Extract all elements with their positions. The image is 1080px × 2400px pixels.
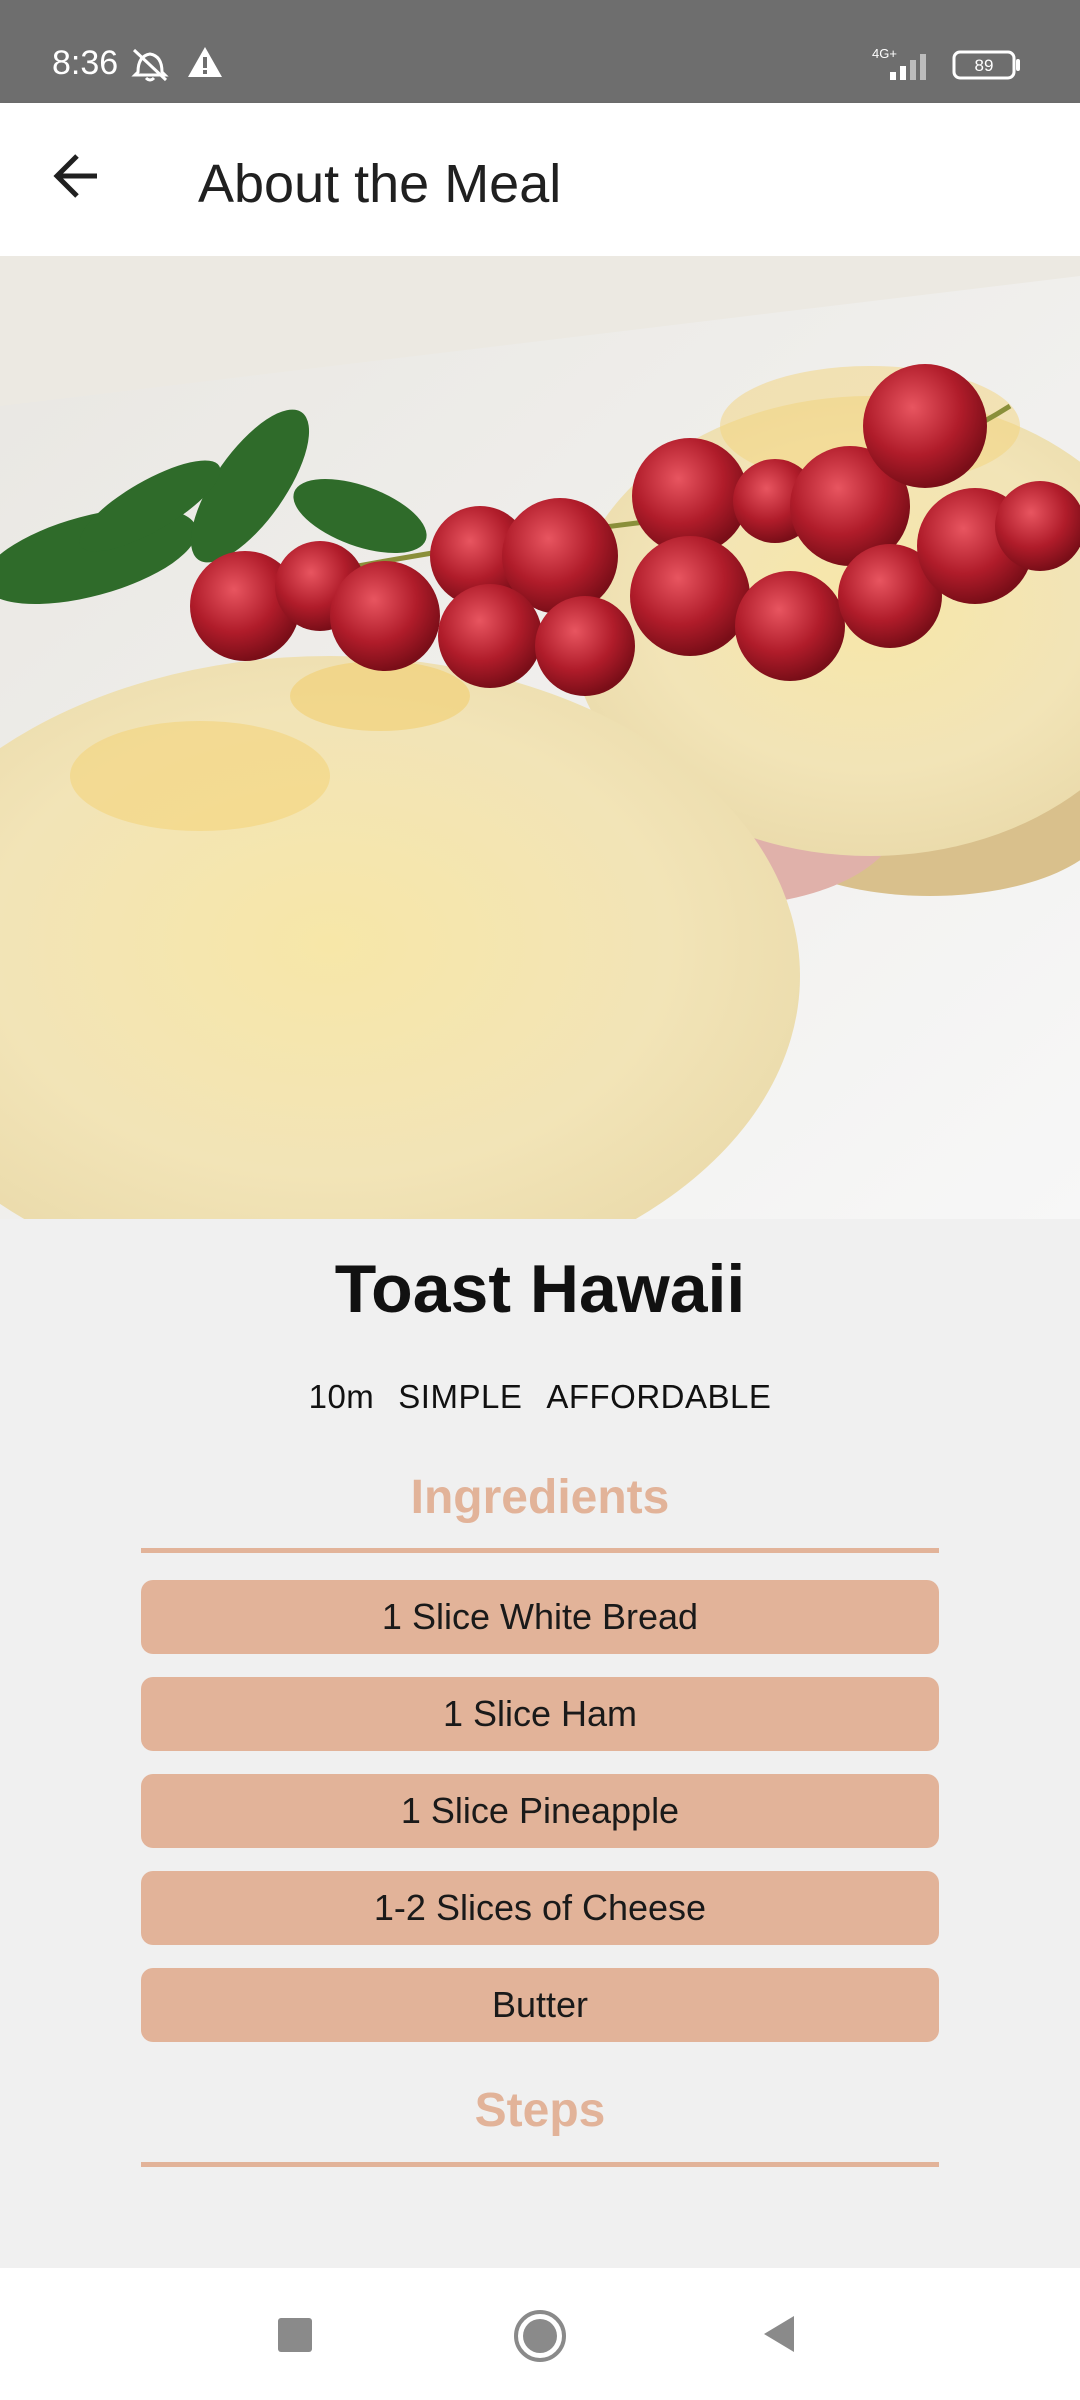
ingredient-item: Butter [141, 1968, 939, 2042]
back-button[interactable] [44, 143, 110, 209]
steps-divider [141, 2162, 939, 2167]
meal-duration: 10m [308, 1378, 375, 1415]
battery-icon: 89 [952, 50, 1022, 85]
home-circle-icon [514, 2310, 566, 2362]
steps-title: Steps [474, 2084, 606, 2137]
ingredient-item: 1 Slice Pineapple [141, 1774, 939, 1848]
battery-level: 89 [975, 56, 994, 75]
ingredient-item: 1 Slice Ham [141, 1677, 939, 1751]
ingredients-divider [141, 1548, 939, 1553]
home-button[interactable] [508, 2304, 572, 2373]
meal-image [0, 256, 1080, 1219]
nav-back-button[interactable] [756, 2304, 802, 2369]
ingredients-title: Ingredients [410, 1471, 670, 1524]
status-time: 8:36 [52, 44, 119, 82]
recents-square-icon [278, 2318, 312, 2352]
app-bar: About the Meal [0, 103, 1080, 256]
meal-meta: 10m SIMPLE AFFORDABLE [0, 1378, 1080, 1416]
meal-complexity: SIMPLE [398, 1378, 523, 1415]
ingredient-item: 1-2 Slices of Cheese [141, 1871, 939, 1945]
status-bar: 8:36 4G+ 89 [0, 0, 1080, 103]
meal-title: Toast Hawaii [334, 1251, 746, 1327]
dnd-icon [128, 44, 172, 89]
signal-icon: 4G+ [870, 44, 940, 89]
meal-affordability: AFFORDABLE [546, 1378, 772, 1415]
network-label: 4G+ [872, 46, 897, 61]
arrow-left-icon [53, 154, 97, 198]
ingredient-item: 1 Slice White Bread [141, 1580, 939, 1654]
system-nav-bar [0, 2268, 1080, 2400]
page-title: About the Meal [198, 154, 562, 214]
recents-button[interactable] [272, 2304, 318, 2369]
warning-icon [186, 44, 224, 85]
back-triangle-icon [764, 2316, 794, 2352]
